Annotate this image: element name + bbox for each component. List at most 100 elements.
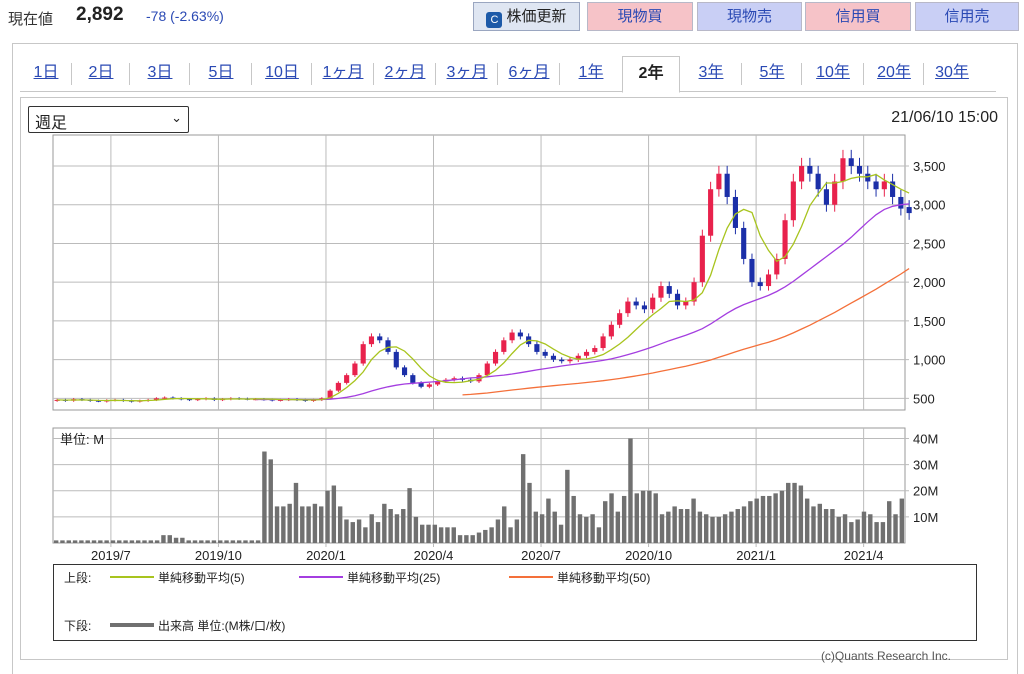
- volume-bar: [180, 537, 185, 543]
- volume-bar: [653, 493, 658, 543]
- volume-bar: [337, 506, 343, 543]
- volume-bar: [722, 514, 728, 543]
- price-axis-tick: 3,000: [913, 198, 946, 213]
- volume-bar: [344, 519, 349, 543]
- volume-bar: [426, 524, 431, 543]
- candle-body: [583, 351, 590, 356]
- candle-body: [823, 189, 829, 205]
- volume-bar: [887, 501, 892, 543]
- volume-bar: [262, 451, 267, 543]
- candle-body: [567, 359, 573, 362]
- candle-body: [741, 227, 747, 259]
- candle-body: [840, 158, 846, 182]
- volume-bar: [508, 527, 513, 543]
- volume-bar: [842, 514, 848, 543]
- ma5-line: [57, 173, 910, 402]
- volume-bar: [356, 519, 362, 543]
- volume-bar: [476, 532, 482, 543]
- candle-body: [617, 313, 623, 325]
- candle-body: [881, 181, 887, 190]
- x-axis-tick: 2020/10: [625, 548, 672, 563]
- candle-body: [410, 375, 416, 383]
- volume-bar: [451, 527, 456, 543]
- volume-bar: [218, 540, 223, 543]
- volume-bar: [603, 501, 608, 543]
- volume-bar: [874, 522, 879, 543]
- candle-body: [699, 235, 705, 283]
- volume-bar: [489, 527, 494, 543]
- volume-bar: [571, 495, 576, 543]
- volume-bar: [281, 506, 286, 543]
- price-axis-tick: 1,500: [913, 314, 946, 329]
- candle-body: [757, 282, 763, 287]
- volume-bar: [710, 516, 715, 543]
- candle-body: [393, 351, 399, 368]
- volume-bar: [792, 482, 797, 543]
- volume-bar: [735, 509, 740, 543]
- volume-bar: [249, 540, 255, 543]
- candle-body: [344, 375, 350, 383]
- candle-body: [708, 189, 714, 236]
- volume-bar: [173, 537, 179, 543]
- legend-ma25-swatch: [299, 576, 343, 578]
- volume-bar: [117, 540, 122, 543]
- legend-volume-swatch: [110, 623, 154, 627]
- volume-bar: [293, 482, 299, 543]
- volume-bar: [577, 514, 583, 543]
- volume-bar: [748, 501, 753, 543]
- volume-bar: [445, 527, 450, 543]
- volume-bar: [716, 516, 722, 543]
- volume-bar: [533, 511, 539, 543]
- volume-bar: [703, 514, 709, 543]
- volume-bar: [666, 511, 671, 543]
- volume-bar: [123, 540, 128, 543]
- volume-bar: [312, 503, 318, 543]
- volume-bar: [167, 535, 172, 543]
- volume-bar: [590, 514, 595, 543]
- volume-bar: [520, 454, 526, 543]
- legend-volume: 出来高 単位:(M株/口/枚): [110, 617, 285, 633]
- legend-ma50-swatch: [509, 576, 553, 578]
- candle-body: [592, 348, 598, 352]
- volume-bar: [868, 514, 873, 543]
- candle-body: [865, 173, 871, 182]
- volume-bar: [899, 498, 905, 543]
- volume-bar: [407, 488, 412, 543]
- candle-body: [360, 344, 366, 364]
- volume-bar: [741, 506, 747, 543]
- volume-bar: [457, 535, 463, 543]
- legend-upper-label: 上段:: [64, 570, 92, 585]
- volume-bar: [129, 540, 135, 543]
- candle-body: [873, 181, 879, 190]
- volume-bar: [893, 514, 898, 543]
- candle-body: [906, 207, 912, 214]
- candle-body: [666, 286, 672, 294]
- volume-axis-tick: 10M: [913, 510, 938, 525]
- candle-body: [509, 332, 515, 341]
- legend-ma5: 単純移動平均(5): [110, 569, 245, 585]
- candle-body: [799, 165, 805, 182]
- volume-bar: [584, 516, 589, 543]
- volume-bar: [464, 535, 469, 543]
- volume-axis-tick: 40M: [913, 431, 938, 446]
- volume-bar: [53, 540, 59, 543]
- volume-bar: [211, 540, 217, 543]
- legend-ma5-label: 単純移動平均(5): [158, 570, 245, 585]
- volume-bar: [72, 540, 78, 543]
- volume-bar: [527, 482, 532, 543]
- volume-bar: [691, 498, 696, 543]
- volume-bar: [98, 540, 103, 543]
- volume-bar: [91, 540, 97, 543]
- volume-bar: [779, 490, 785, 543]
- volume-bar: [729, 511, 734, 543]
- volume-bar: [142, 540, 147, 543]
- volume-bar: [546, 498, 551, 543]
- volume-bar: [470, 535, 475, 543]
- ma50-line: [462, 268, 910, 396]
- volume-bar: [672, 506, 677, 543]
- volume-bar: [786, 482, 791, 543]
- volume-bar: [615, 511, 621, 543]
- copyright: (c)Quants Research Inc.: [820, 649, 951, 663]
- candle-body: [608, 324, 614, 337]
- volume-bar: [432, 524, 438, 543]
